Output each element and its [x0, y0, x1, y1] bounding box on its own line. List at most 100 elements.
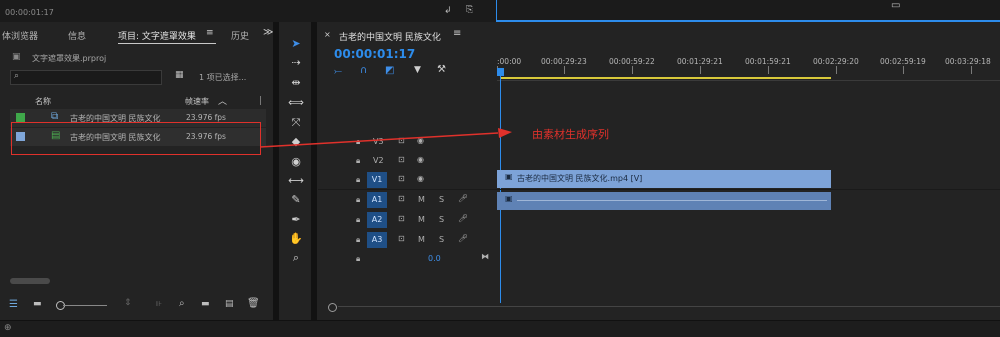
- new-item-icon[interactable]: ▤: [225, 299, 234, 309]
- status-bar: ⊕: [0, 320, 1000, 337]
- track-label[interactable]: V2: [373, 156, 384, 165]
- toggle-sync-lock-icon[interactable]: ⊡: [398, 155, 405, 164]
- panel-menu-icon[interactable]: ≡: [206, 28, 214, 38]
- toggle-sync-lock-icon[interactable]: ⊡: [398, 194, 405, 203]
- master-volume[interactable]: 0.0: [428, 254, 441, 263]
- column-framerate[interactable]: 帧速率: [185, 96, 209, 107]
- ripple-edit-tool-icon[interactable]: ⇹: [287, 76, 305, 90]
- wrench-icon[interactable]: ⚒: [437, 64, 446, 75]
- top-strip: 00:00:01:17 ↲ ⎘ ▭: [0, 0, 1000, 22]
- lock-icon[interactable]: 🔒︎: [356, 235, 360, 245]
- microphone-icon[interactable]: 🎤︎: [458, 234, 468, 243]
- automate-to-sequence-icon[interactable]: ⊪: [156, 300, 162, 308]
- toggle-sync-lock-icon[interactable]: ⊡: [398, 174, 405, 183]
- selection-tool-icon[interactable]: ➤: [287, 37, 305, 51]
- annotation-text: 由素材生成序列: [532, 128, 609, 141]
- audio-waveform: [517, 200, 827, 201]
- label-color-swatch[interactable]: [16, 113, 25, 122]
- zoom-tool-icon[interactable]: ⌕: [287, 251, 305, 265]
- track-target-v1[interactable]: V1: [367, 172, 387, 188]
- folder-icon: ▣: [12, 52, 21, 62]
- active-tab-underline: [118, 43, 216, 44]
- search-icon: ⌕: [14, 71, 20, 81]
- project-file-name: 文字遮罩效果.prproj: [32, 54, 107, 63]
- sequence-tab-title[interactable]: 古老的中国文明 民族文化: [339, 30, 441, 43]
- solo-button[interactable]: S: [439, 215, 444, 224]
- add-marker-icon[interactable]: ▼: [414, 65, 421, 75]
- timeline-timecode[interactable]: 00:00:01:17: [334, 47, 415, 61]
- track-target-a2[interactable]: A2: [367, 212, 387, 228]
- microphone-icon[interactable]: 🎤︎: [458, 214, 468, 223]
- scrollbar-track[interactable]: [338, 306, 1000, 307]
- find-icon[interactable]: ⌕: [179, 298, 185, 309]
- track-target-a3[interactable]: A3: [367, 232, 387, 248]
- ruler-label: 00:02:59:19: [880, 57, 926, 66]
- timeline-menu-icon[interactable]: ≡: [453, 28, 461, 39]
- lock-icon[interactable]: 🔒︎: [356, 175, 360, 185]
- zoom-slider-track[interactable]: [63, 305, 107, 306]
- nest-icon[interactable]: ⤚: [334, 66, 342, 77]
- mute-button[interactable]: M: [418, 235, 425, 244]
- eye-icon[interactable]: ◉: [417, 174, 424, 183]
- linked-selection-icon[interactable]: ◩: [385, 65, 394, 76]
- timeline-scrollbar[interactable]: [328, 303, 1000, 312]
- ruler-label: 00:01:29:21: [677, 57, 723, 66]
- track-target-a1[interactable]: A1: [367, 192, 387, 208]
- video-clip[interactable]: ▣ 古老的中国文明 民族文化.mp4 [V]: [497, 170, 831, 188]
- track-select-tool-icon[interactable]: ⇢: [287, 56, 305, 70]
- mute-button[interactable]: M: [418, 215, 425, 224]
- ruler-label: 00:01:59:21: [745, 57, 791, 66]
- tab-info[interactable]: 信息: [68, 29, 86, 42]
- close-tab-icon[interactable]: ×: [324, 30, 331, 39]
- tab-media-browser[interactable]: 体浏览器: [2, 29, 38, 42]
- insert-icon[interactable]: ↲: [444, 6, 452, 16]
- column-divider: [260, 96, 261, 105]
- export-frame-icon[interactable]: ⎘: [466, 5, 473, 15]
- lock-icon[interactable]: 🔒︎: [356, 254, 360, 264]
- tab-project[interactable]: 项目: 文字遮罩效果: [118, 29, 196, 42]
- microphone-icon[interactable]: 🎤︎: [458, 194, 468, 203]
- hand-tool-icon[interactable]: ✋: [287, 232, 305, 246]
- pen-tool-icon[interactable]: ✎: [287, 193, 305, 207]
- audio-clip[interactable]: ▣: [497, 192, 831, 210]
- pen-tool-icon[interactable]: ✒: [287, 213, 305, 227]
- icon-view-icon[interactable]: ▬: [33, 299, 42, 309]
- snap-icon[interactable]: ∩: [360, 65, 367, 76]
- ruler-label: 00:03:29:18: [945, 57, 991, 66]
- scrollbar-handle-left[interactable]: [328, 303, 337, 312]
- track-header-a1: 🔒︎ A1 ⊡ M S 🎤︎: [318, 192, 496, 208]
- list-view-icon[interactable]: ☰: [9, 299, 18, 310]
- toggle-sync-lock-icon[interactable]: ⊡: [398, 234, 405, 243]
- video-clip-label: 古老的中国文明 民族文化.mp4 [V]: [517, 174, 643, 183]
- trash-icon[interactable]: 🗑: [247, 298, 260, 309]
- rolling-edit-tool-icon[interactable]: ⟺: [287, 96, 305, 110]
- ruler-label: :00:00: [497, 57, 522, 66]
- solo-button[interactable]: S: [439, 235, 444, 244]
- column-name[interactable]: 名称: [35, 96, 51, 107]
- work-area-bar[interactable]: [500, 77, 831, 79]
- more-tabs-icon[interactable]: ≫: [263, 27, 273, 38]
- annotation-highlight-box: [11, 122, 261, 155]
- lock-icon[interactable]: 🔒︎: [356, 156, 360, 166]
- slip-tool-icon[interactable]: ◉: [287, 155, 305, 169]
- lock-icon[interactable]: 🔒︎: [356, 215, 360, 225]
- mute-button[interactable]: M: [418, 195, 425, 204]
- sort-icon[interactable]: ⇕: [124, 298, 132, 308]
- selection-info: 1 项已选择...: [199, 73, 247, 82]
- lock-icon[interactable]: 🔒︎: [356, 195, 360, 205]
- slide-tool-icon[interactable]: ⟷: [287, 174, 305, 188]
- fx-icon: ▣: [505, 172, 513, 181]
- safe-margins-icon[interactable]: ▭: [891, 0, 900, 11]
- ruler-label: 00:00:59:22: [609, 57, 655, 66]
- go-to-end-icon[interactable]: ⧓: [481, 252, 489, 261]
- new-bin-icon[interactable]: ▬: [201, 299, 210, 309]
- eye-icon[interactable]: ◉: [417, 155, 424, 164]
- solo-button[interactable]: S: [439, 195, 444, 204]
- search-input[interactable]: ⌕: [10, 70, 162, 85]
- new-bin-from-search-icon[interactable]: ▦: [175, 70, 184, 80]
- panel-divider: [273, 22, 279, 320]
- toggle-sync-lock-icon[interactable]: ⊡: [398, 214, 405, 223]
- horizontal-scrollbar[interactable]: [10, 278, 50, 284]
- sort-ascending-icon[interactable]: ︿: [218, 94, 227, 107]
- tab-history[interactable]: 历史: [231, 29, 249, 42]
